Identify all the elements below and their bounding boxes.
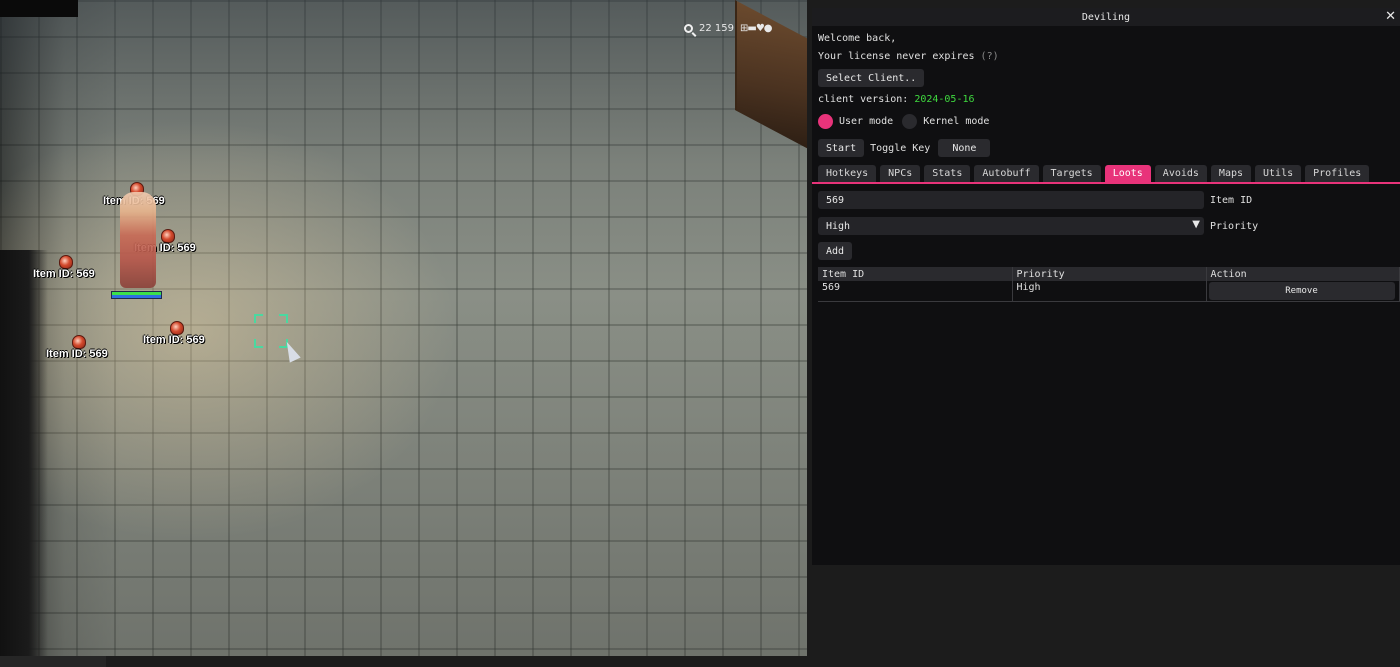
bottom-bar bbox=[0, 656, 1400, 667]
tab-utils[interactable]: Utils bbox=[1255, 165, 1302, 182]
select-client-button[interactable]: Select Client.. bbox=[818, 69, 925, 87]
license-row: Your license never expires (?) bbox=[818, 51, 999, 62]
minimap-hud: 22 159 ⊞▬♥● bbox=[684, 23, 773, 34]
cell-priority: High bbox=[1012, 281, 1207, 302]
hud-status-icons: ⊞▬♥● bbox=[740, 23, 773, 34]
dropped-item-sprite[interactable] bbox=[161, 229, 175, 243]
lighting-overlay bbox=[0, 0, 807, 656]
tab-autobuff[interactable]: Autobuff bbox=[974, 165, 1039, 182]
tab-stats[interactable]: Stats bbox=[924, 165, 971, 182]
tab-maps[interactable]: Maps bbox=[1210, 165, 1252, 182]
tab-underline bbox=[812, 182, 1400, 184]
user-mode-label: User mode bbox=[839, 116, 894, 127]
item-label: Item ID: 569 bbox=[143, 334, 205, 346]
item-label: Item ID: 569 bbox=[33, 268, 95, 280]
chevron-down-icon[interactable]: ▼ bbox=[1192, 219, 1200, 230]
column-header-action: Action bbox=[1206, 267, 1400, 281]
column-header-priority: Priority bbox=[1012, 267, 1207, 281]
item-id-label: Item ID bbox=[1210, 195, 1253, 206]
item-label: Item ID: 569 bbox=[46, 348, 108, 360]
tab-npcs[interactable]: NPCs bbox=[880, 165, 921, 182]
tab-hotkeys[interactable]: Hotkeys bbox=[818, 165, 877, 182]
add-button[interactable]: Add bbox=[818, 242, 853, 260]
character-status-bar bbox=[111, 291, 162, 299]
dropped-item-sprite[interactable] bbox=[170, 321, 184, 335]
add-row: Add bbox=[818, 242, 853, 260]
priority-label: Priority bbox=[1210, 221, 1259, 232]
close-icon[interactable]: ✕ bbox=[1385, 9, 1396, 24]
bottom-bar-segment bbox=[0, 656, 106, 667]
dropped-item-sprite[interactable] bbox=[59, 255, 73, 269]
left-wall bbox=[0, 250, 48, 656]
kernel-mode-radio[interactable] bbox=[902, 114, 918, 129]
game-viewport[interactable]: 22 159 ⊞▬♥● Item ID: 569 Item ID: 569 It… bbox=[0, 0, 807, 656]
user-mode-radio[interactable] bbox=[818, 114, 833, 129]
client-version-value: 2024-05-16 bbox=[914, 94, 975, 105]
sp-bar bbox=[112, 295, 161, 298]
select-client-row: Select Client.. bbox=[818, 69, 925, 87]
client-version-row: client version: 2024-05-16 bbox=[818, 94, 975, 105]
tab-avoids[interactable]: Avoids bbox=[1154, 165, 1207, 182]
license-text: Your license never expires bbox=[818, 51, 975, 62]
hud-zoom-text: 22 159 bbox=[699, 23, 734, 34]
cell-item-id: 569 bbox=[818, 281, 1013, 302]
corner-shadow bbox=[0, 0, 78, 17]
window-titlebar[interactable]: Deviling ✕ bbox=[812, 8, 1400, 26]
license-help-icon[interactable]: (?) bbox=[981, 51, 999, 62]
start-button[interactable]: Start bbox=[818, 139, 865, 157]
table-row: 569 High Remove bbox=[818, 281, 1400, 302]
priority-select[interactable]: High ▼ bbox=[818, 217, 1204, 235]
loot-table: Item ID Priority Action 569 High Remove bbox=[818, 267, 1400, 302]
tab-bar: Hotkeys NPCs Stats Autobuff Targets Loot… bbox=[818, 165, 1400, 183]
item-id-input[interactable]: 569 bbox=[818, 191, 1204, 209]
remove-button[interactable]: Remove bbox=[1208, 282, 1395, 300]
tab-targets[interactable]: Targets bbox=[1042, 165, 1101, 182]
welcome-text: Welcome back, bbox=[818, 33, 897, 44]
toggle-key-label: Toggle Key bbox=[870, 142, 931, 154]
priority-select-value: High bbox=[826, 220, 851, 232]
column-header-item-id: Item ID bbox=[818, 267, 1013, 281]
cell-action: Remove bbox=[1206, 281, 1400, 302]
welcome-row: Welcome back, bbox=[818, 33, 896, 44]
bot-window: Deviling ✕ Welcome back, Your license ne… bbox=[812, 8, 1400, 565]
start-row: Start Toggle Key None bbox=[818, 139, 991, 157]
dropped-item-sprite[interactable] bbox=[72, 335, 86, 349]
toggle-key-button[interactable]: None bbox=[938, 139, 991, 157]
search-icon[interactable] bbox=[684, 24, 693, 33]
mode-row: User mode Kernel mode bbox=[818, 114, 989, 129]
window-title: Deviling bbox=[1081, 11, 1131, 23]
tab-loots[interactable]: Loots bbox=[1104, 165, 1151, 182]
player-character bbox=[120, 192, 156, 288]
loot-table-header: Item ID Priority Action bbox=[818, 267, 1400, 281]
tab-profiles[interactable]: Profiles bbox=[1305, 165, 1370, 182]
client-version-label: client version: bbox=[818, 94, 909, 105]
kernel-mode-label: Kernel mode bbox=[923, 116, 990, 127]
